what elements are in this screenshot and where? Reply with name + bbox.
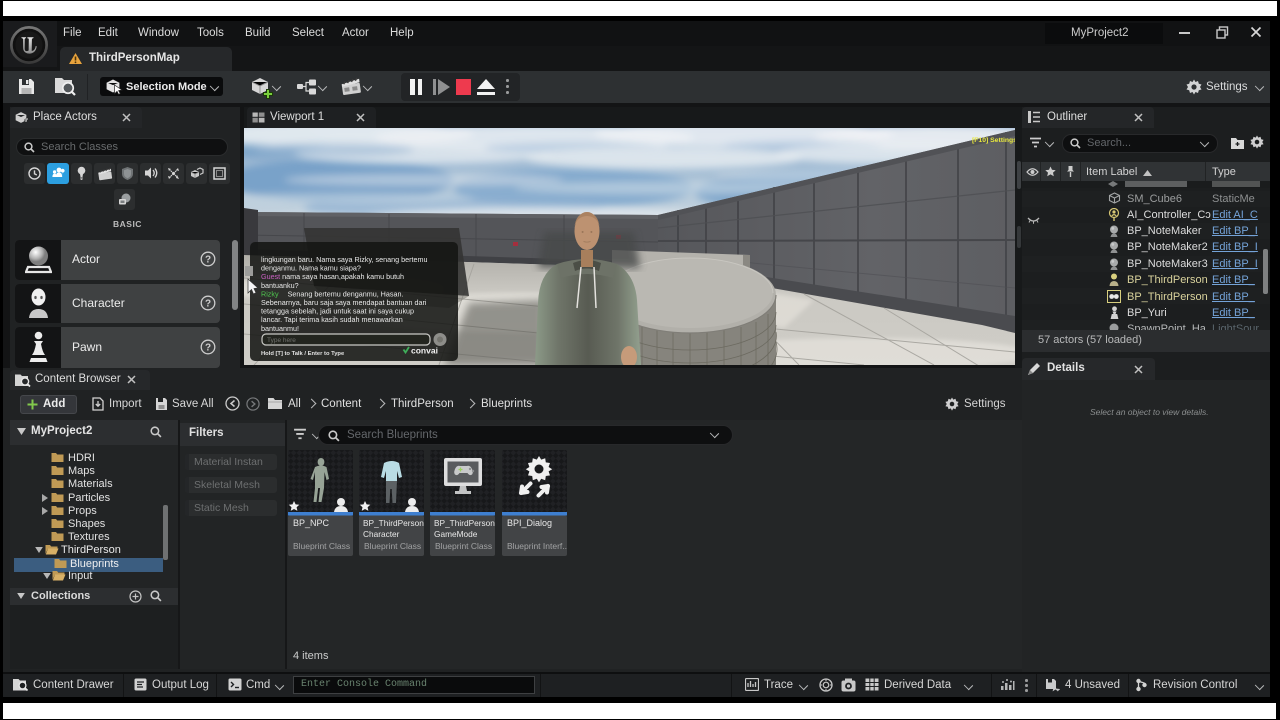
svg-text:BP_ThirdPerson: BP_ThirdPerson [363,518,424,528]
svg-text:GameMode: GameMode [434,529,478,539]
svg-text:?: ? [205,255,211,266]
svg-text:Character: Character [363,529,400,539]
svg-text:Type here: Type here [267,337,296,344]
svg-text:?: ? [205,343,211,354]
svg-text:Blueprint Class: Blueprint Class [293,541,350,551]
svg-text:Blueprint Interf...: Blueprint Interf... [507,541,567,551]
svg-text:?: ? [205,299,211,310]
svg-text:BPI_Dialog: BPI_Dialog [507,518,552,528]
svg-text:Blueprint Class: Blueprint Class [364,541,421,551]
svg-text:Hold [T] to Talk / Enter to Ty: Hold [T] to Talk / Enter to Type [261,351,345,357]
svg-text:BP_NPC: BP_NPC [293,518,330,528]
svg-text:BP_ThirdPerson: BP_ThirdPerson [434,518,495,528]
svg-text:convai: convai [411,346,438,356]
svg-text:bantuanmu!: bantuanmu! [261,324,299,333]
svg-text:Blueprint Class: Blueprint Class [435,541,492,551]
svg-text:[F10] Settings: [F10] Settings [972,137,1015,144]
